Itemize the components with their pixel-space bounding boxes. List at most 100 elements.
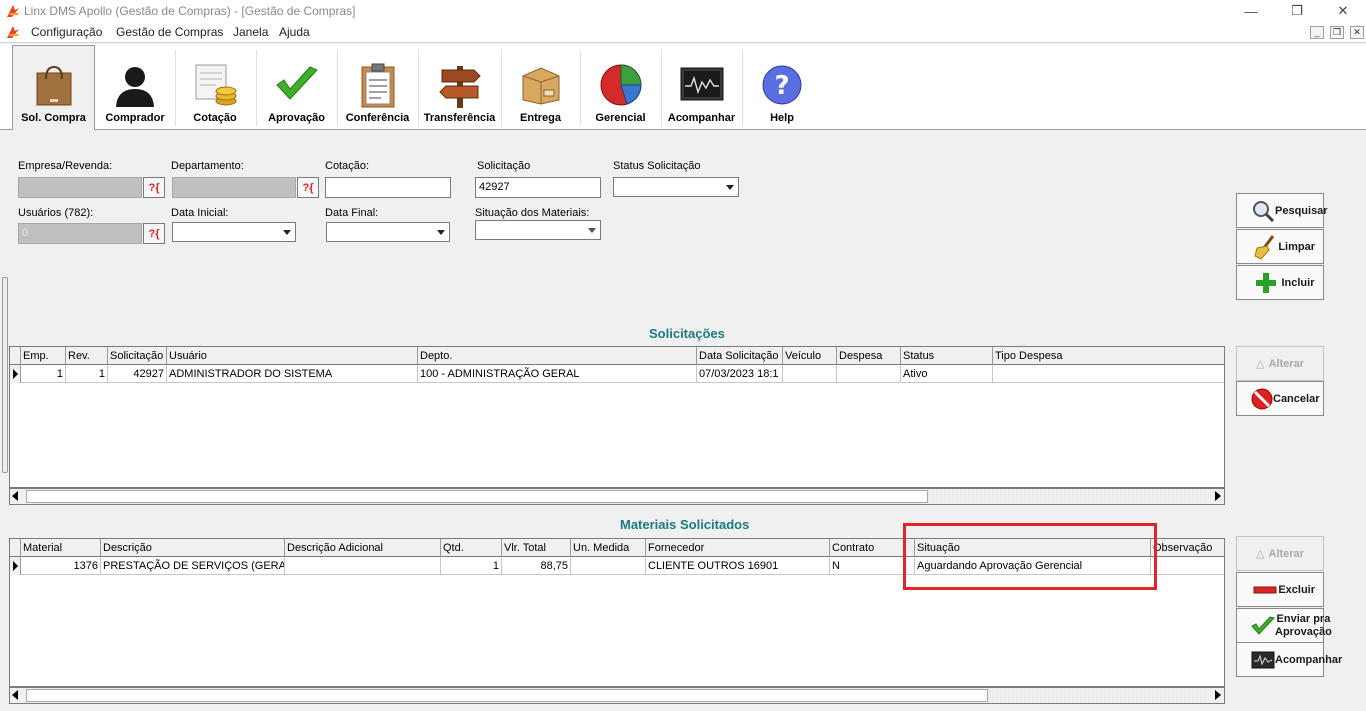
solicitacoes-hscrollbar[interactable]: [9, 488, 1225, 505]
menu-gestao-compras[interactable]: Gestão de Compras: [116, 25, 223, 39]
cotacao-label: Cotação:: [325, 160, 370, 172]
status-solicitacao-select[interactable]: [613, 177, 739, 197]
excluir-button[interactable]: Excluir: [1236, 572, 1324, 607]
col-emp[interactable]: Emp.: [21, 347, 66, 365]
alterar-solicitacao-button[interactable]: △ Alterar: [1236, 346, 1324, 381]
cell-tipo-despesa: [993, 365, 1224, 383]
limpar-button[interactable]: Limpar: [1236, 229, 1324, 264]
row-indicator: [10, 557, 21, 575]
mdi-close-button[interactable]: ✕: [1350, 26, 1364, 39]
cell-despesa: [837, 365, 901, 383]
restore-button[interactable]: ❐: [1274, 0, 1320, 22]
empresa-input[interactable]: [18, 177, 142, 198]
col-observacao[interactable]: Observação: [1151, 539, 1224, 557]
materiais-hscrollbar[interactable]: [9, 687, 1225, 704]
close-button[interactable]: ✕: [1320, 0, 1366, 22]
cell-descricao-adicional: [285, 557, 441, 575]
enviar-aprovacao-button[interactable]: Enviar pra Aprovação: [1236, 608, 1332, 644]
mdi-minimize-button[interactable]: _: [1310, 26, 1324, 39]
menu-configuracao[interactable]: Configuração: [31, 25, 102, 39]
solicitacoes-title: Solicitações: [649, 326, 725, 341]
scroll-right-icon[interactable]: [1215, 491, 1221, 501]
data-final-label: Data Final:: [325, 207, 379, 219]
left-splitter-handle[interactable]: [2, 277, 8, 473]
materiais-grid[interactable]: Material Descrição Descrição Adicional Q…: [9, 538, 1225, 687]
scrollbar-track[interactable]: [928, 490, 1208, 503]
pesquisar-button[interactable]: Pesquisar: [1236, 193, 1328, 228]
plus-icon: [1251, 272, 1281, 294]
solicitacao-input[interactable]: 42927: [475, 177, 601, 198]
status-solicitacao-label: Status Solicitação: [613, 160, 701, 172]
toolbar-gerencial-button[interactable]: Gerencial: [581, 46, 660, 128]
scroll-left-icon[interactable]: [12, 690, 18, 700]
col-usuario[interactable]: Usuário: [167, 347, 418, 365]
scroll-right-icon[interactable]: [1215, 690, 1221, 700]
mdi-restore-button[interactable]: ❐: [1330, 26, 1344, 39]
toolbar-transferencia-button[interactable]: Transferência: [419, 46, 500, 128]
table-row[interactable]: 1376 PRESTAÇÃO DE SERVIÇOS (GERAL) 1 88,…: [10, 557, 1224, 575]
scrollbar-track[interactable]: [988, 689, 1208, 702]
col-descricao[interactable]: Descrição: [101, 539, 285, 557]
toolbar-sol-compra-button[interactable]: Sol. Compra: [12, 45, 95, 130]
data-inicial-picker[interactable]: [172, 222, 296, 242]
clipboard-icon: [355, 62, 401, 108]
toolbar-cotacao-button[interactable]: Cotação: [176, 46, 254, 128]
col-un-medida[interactable]: Un. Medida: [571, 539, 646, 557]
minimize-button[interactable]: —: [1228, 0, 1274, 22]
departamento-input[interactable]: [172, 177, 296, 198]
chevron-down-icon: [437, 230, 445, 235]
row-indicator-header: [10, 539, 21, 557]
cell-solicitacao: 42927: [108, 365, 167, 383]
data-final-picker[interactable]: [326, 222, 450, 242]
col-rev[interactable]: Rev.: [66, 347, 108, 365]
col-despesa[interactable]: Despesa: [837, 347, 901, 365]
table-row[interactable]: 1 1 42927 ADMINISTRADOR DO SISTEMA 100 -…: [10, 365, 1224, 383]
alterar-material-button[interactable]: △ Alterar: [1236, 536, 1324, 571]
col-tipo-despesa[interactable]: Tipo Despesa: [993, 347, 1224, 365]
usuarios-input[interactable]: 0: [18, 223, 142, 244]
cotacao-input[interactable]: [325, 177, 451, 198]
departamento-lookup-button[interactable]: ?{: [297, 177, 319, 198]
situacao-materiais-select[interactable]: [475, 220, 601, 240]
col-vlr-total[interactable]: Vlr. Total: [502, 539, 571, 557]
monitor-icon: [1251, 651, 1275, 669]
scrollbar-thumb[interactable]: [26, 689, 988, 702]
toolbar-entrega-button[interactable]: Entrega: [502, 46, 579, 128]
menu-ajuda[interactable]: Ajuda: [279, 25, 310, 39]
col-depto[interactable]: Depto.: [418, 347, 697, 365]
cancelar-button[interactable]: Cancelar: [1236, 381, 1324, 416]
departamento-label: Departamento:: [171, 160, 244, 172]
col-data-solicitacao[interactable]: Data Solicitação: [697, 347, 783, 365]
col-contrato[interactable]: Contrato: [830, 539, 915, 557]
scrollbar-thumb[interactable]: [26, 490, 928, 503]
col-situacao[interactable]: Situação: [915, 539, 1151, 557]
menu-janela[interactable]: Janela: [233, 25, 268, 39]
scroll-left-icon[interactable]: [12, 491, 18, 501]
empresa-lookup-button[interactable]: ?{: [143, 177, 165, 198]
cell-observacao: [1151, 557, 1224, 575]
col-descricao-adicional[interactable]: Descrição Adicional: [285, 539, 441, 557]
toolbar-aprovacao-button[interactable]: Aprovação: [257, 46, 336, 128]
cell-contrato: N: [830, 557, 915, 575]
window-title: Linx DMS Apollo (Gestão de Compras) - [G…: [24, 4, 356, 18]
col-status[interactable]: Status: [901, 347, 993, 365]
col-veiculo[interactable]: Veículo: [783, 347, 837, 365]
person-icon: [112, 62, 158, 108]
toolbar-acompanhar-button[interactable]: Acompanhar: [662, 46, 741, 128]
incluir-button[interactable]: Incluir: [1236, 265, 1324, 300]
toolbar-conferencia-button[interactable]: Conferência: [338, 46, 417, 128]
toolbar-comprador-button[interactable]: Comprador: [96, 46, 174, 128]
acompanhar-button[interactable]: Acompanhar: [1236, 642, 1342, 677]
col-material[interactable]: Material: [21, 539, 101, 557]
coins-document-icon: [192, 62, 238, 108]
app-logo-icon: [7, 26, 19, 38]
cell-data-solicitacao: 07/03/2023 18:1: [697, 365, 783, 383]
monitor-icon: [679, 62, 725, 108]
cell-fornecedor: CLIENTE OUTROS 16901: [646, 557, 830, 575]
col-solicitacao[interactable]: Solicitação: [108, 347, 167, 365]
toolbar-help-button[interactable]: ? Help: [743, 46, 821, 128]
usuarios-lookup-button[interactable]: ?{: [143, 223, 165, 244]
solicitacoes-grid[interactable]: Emp. Rev. Solicitação Usuário Depto. Dat…: [9, 346, 1225, 488]
col-qtd[interactable]: Qtd.: [441, 539, 502, 557]
col-fornecedor[interactable]: Fornecedor: [646, 539, 830, 557]
